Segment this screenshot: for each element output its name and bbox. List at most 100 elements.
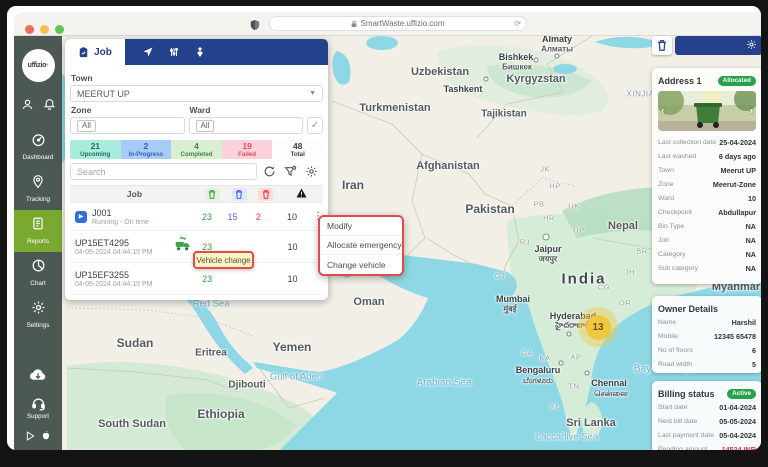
refresh-page-icon[interactable]: ⟳ (514, 19, 521, 28)
detail-row: No of floors6 (658, 343, 756, 357)
cloud-download-icon[interactable] (28, 367, 48, 388)
map-label-sudan: Sudan (117, 336, 154, 350)
filter-icon[interactable] (282, 163, 299, 180)
refresh-icon[interactable] (261, 163, 278, 180)
context-menu-item-allocate-emergency[interactable]: Allocate emergency (320, 236, 402, 255)
blue-bin-icon (232, 188, 247, 201)
tab-job[interactable]: Job (65, 39, 125, 65)
stat-count: 4 (194, 142, 199, 151)
detail-value: NA (746, 250, 756, 259)
play-icon: ▶ (75, 211, 87, 223)
detail-row: Last washed6 days ago (658, 149, 756, 163)
close-window-button[interactable] (25, 25, 34, 34)
stat-label: Upcoming (80, 151, 110, 158)
tab-person-pin-icon[interactable] (187, 46, 213, 58)
stat-count: 21 (91, 142, 100, 151)
detail-label: Bin Type (658, 223, 684, 230)
map-label-tn: TN (569, 382, 580, 391)
town-select[interactable]: MEERUT UP ▼ (70, 85, 323, 102)
map-label-up: UP (573, 226, 584, 235)
play-store-icon[interactable] (26, 428, 35, 446)
detail-value: 6 (752, 346, 756, 355)
sidebar-item-reports[interactable]: Reports (14, 210, 62, 252)
privacy-shield-icon[interactable] (250, 18, 260, 36)
search-input[interactable] (70, 163, 257, 180)
context-menu-item-modify[interactable]: Modify (320, 217, 402, 236)
map-label-rj: RJ (520, 238, 530, 247)
job-count-c2: 15 (220, 212, 246, 222)
billing-title: Billing status (658, 389, 715, 399)
ward-select[interactable]: All (189, 117, 304, 134)
detail-value: 05-04-2024 (719, 431, 756, 440)
green-bin-icon (205, 188, 220, 201)
bin-photo[interactable]: ‹ › (658, 91, 756, 131)
job-row-main: UP15ET429504-05-2024 04:44:15 PM (70, 236, 194, 257)
detail-row: JobNA (658, 233, 756, 247)
map-label-ka: KA (539, 354, 550, 363)
user-icon[interactable] (21, 98, 34, 116)
job-stats-row: 21Upcoming2In-Progress4Completed19Failed… (70, 140, 323, 159)
map-label-cg: CG (598, 283, 610, 292)
detail-row: ZoneMeerut-Zone (658, 177, 756, 191)
carousel-prev-icon[interactable]: ‹ (661, 106, 664, 117)
support-label: Support (27, 413, 49, 420)
detail-value: 10 (748, 194, 756, 203)
chevron-down-icon: ▼ (309, 90, 316, 97)
billing-status-card: Billing status Active Start date01-04-20… (652, 381, 761, 450)
map-cluster-marker[interactable]: 13 (578, 307, 618, 347)
job-count-c1: 23 (194, 274, 220, 284)
url-bar[interactable]: SmartWaste.uffizio.com ⟳ (269, 16, 527, 31)
minimize-window-button[interactable] (40, 25, 49, 34)
map-label-laccadive-sea: Laccadive Sea (536, 432, 598, 443)
city-dot (559, 361, 564, 366)
sidebar-item-chart[interactable]: Chart (14, 252, 62, 294)
tab-sliders-icon[interactable] (161, 46, 187, 58)
maximize-window-button[interactable] (55, 25, 64, 34)
map-label-ಬೆಂಗಳೂರು: ಬೆಂಗಳೂರು (523, 376, 553, 386)
map-label-br: BR (636, 247, 647, 256)
tracking-icon (31, 174, 45, 194)
sidebar-item-dashboard[interactable]: Dashboard (14, 126, 62, 168)
map-label-ap: AP (570, 353, 581, 362)
vehicle-change-truck-icon[interactable] (174, 236, 192, 257)
map-label-bengaluru: Bengaluru (516, 365, 561, 375)
delete-bin-button[interactable] (652, 36, 672, 55)
map-label-kyrgyzstan: Kyrgyzstan (506, 73, 565, 85)
sidebar-item-tracking[interactable]: Tracking (14, 168, 62, 210)
job-subtext: 04-05-2024 04:44:15 PM (75, 249, 152, 256)
sidebar-item-support[interactable]: Support (14, 396, 62, 420)
job-subtext: 04-05-2024 04:44:15 PM (75, 281, 152, 288)
job-id: UP15EF3255 (75, 270, 152, 280)
detail-value: NA (746, 236, 756, 245)
map-label-chennai: Chennai (591, 378, 627, 388)
billing-rows: Start date01-04-2024Next bill date05-05-… (658, 400, 756, 450)
zone-select[interactable]: All (70, 117, 185, 134)
city-dot (534, 58, 539, 63)
panel-gear-icon[interactable] (746, 37, 757, 55)
table-row[interactable]: ▶J001Running - On time2315210⋮ (70, 203, 323, 231)
tab-navigation-icon[interactable] (135, 46, 161, 58)
detail-row: Next bill date05-05-2024 (658, 414, 756, 428)
apply-filters-button[interactable]: ✓ (307, 117, 323, 134)
sidebar-item-label: Dashboard (23, 154, 54, 161)
city-ring-marker (543, 234, 550, 241)
notifications-bell-icon[interactable] (43, 98, 56, 116)
sidebar-item-settings[interactable]: Settings (14, 294, 62, 336)
job-count-c4: 10 (271, 274, 313, 284)
carousel-next-icon[interactable]: › (750, 106, 753, 117)
stat-in-progress[interactable]: 2In-Progress (121, 140, 172, 159)
map-label-pb: PB (533, 200, 544, 209)
stat-failed[interactable]: 19Failed (222, 140, 273, 159)
uffizio-logo[interactable]: uffizio• (22, 49, 55, 82)
map-label-jh: JH (625, 268, 635, 277)
apple-icon[interactable] (41, 428, 51, 446)
owner-rows: NameHarshilMobile12345 65478No of floors… (658, 315, 756, 371)
reports-icon (31, 216, 45, 236)
stat-completed[interactable]: 4Completed (171, 140, 222, 159)
detail-row: Last payment date05-04-2024 (658, 428, 756, 442)
stat-upcoming[interactable]: 21Upcoming (70, 140, 121, 159)
stat-total[interactable]: 48Total (272, 140, 323, 159)
settings-gear-icon[interactable] (303, 163, 320, 180)
detail-value: 05-05-2024 (719, 417, 756, 426)
context-menu-item-change-vehicle[interactable]: Change vehicle (320, 255, 402, 274)
